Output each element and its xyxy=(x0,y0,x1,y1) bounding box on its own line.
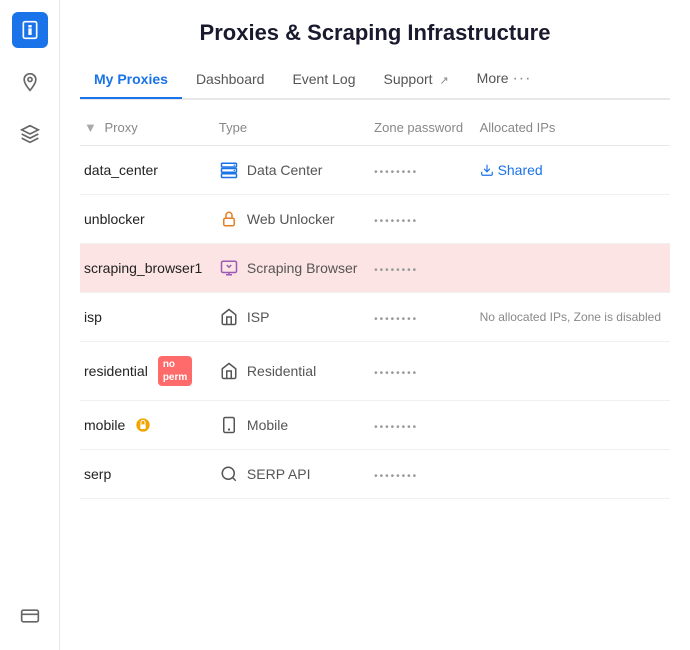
proxy-name: residential xyxy=(84,363,148,379)
data-center-icon xyxy=(219,160,239,180)
filter-icon: ▼ xyxy=(84,120,97,135)
allocated-cell xyxy=(472,450,670,499)
isp-icon xyxy=(219,307,239,327)
table-row[interactable]: mobile Mobile •••••••• xyxy=(80,401,670,450)
password-cell: •••••••• xyxy=(366,401,471,450)
table-row[interactable]: unblocker Web Unlocker •••••••• xyxy=(80,195,670,244)
col-type: Type xyxy=(211,110,366,146)
serp-icon xyxy=(219,464,239,484)
sidebar xyxy=(0,0,60,650)
password-dots: •••••••• xyxy=(374,167,418,178)
password-cell: •••••••• xyxy=(366,146,471,195)
web-unlocker-icon xyxy=(219,209,239,229)
type-cell: Residential xyxy=(211,342,366,401)
password-dots: •••••••• xyxy=(374,422,418,433)
scraping-browser-icon xyxy=(219,258,239,278)
password-cell: •••••••• xyxy=(366,195,471,244)
table-row[interactable]: data_center Data Center •••••••• Shared xyxy=(80,146,670,195)
tab-more[interactable]: More ··· xyxy=(463,62,546,98)
type-label: ISP xyxy=(247,309,270,325)
header: Proxies & Scraping Infrastructure My Pro… xyxy=(60,0,690,100)
type-cell: Data Center xyxy=(211,146,366,195)
proxy-cell: residential noperm xyxy=(80,342,211,401)
allocated-cell xyxy=(472,195,670,244)
password-dots: •••••••• xyxy=(374,314,418,325)
sidebar-item-info[interactable] xyxy=(12,12,48,48)
residential-icon xyxy=(219,361,239,381)
table-header-row: ▼ Proxy Type Zone password Allocated IPs xyxy=(80,110,670,146)
allocated-cell: No allocated IPs, Zone is disabled xyxy=(472,293,670,342)
table-row[interactable]: isp ISP •••••••• No allocated IPs, Zone i… xyxy=(80,293,670,342)
tab-support[interactable]: Support ↗ xyxy=(370,63,463,97)
external-link-icon: ↗ xyxy=(439,75,448,87)
password-dots: •••••••• xyxy=(374,471,418,482)
proxy-cell: scraping_browser1 xyxy=(80,244,211,293)
proxy-name: isp xyxy=(84,309,102,325)
sidebar-item-card[interactable] xyxy=(12,598,48,634)
password-dots: •••••••• xyxy=(374,368,418,379)
type-cell: ISP xyxy=(211,293,366,342)
more-dots-icon: ··· xyxy=(512,70,531,87)
type-label: SERP API xyxy=(247,466,311,482)
table-row[interactable]: residential noperm Residential •••••••• xyxy=(80,342,670,401)
proxy-name: scraping_browser1 xyxy=(84,260,202,276)
type-cell: Scraping Browser xyxy=(211,244,366,293)
nav-tabs: My Proxies Dashboard Event Log Support ↗… xyxy=(80,62,670,100)
proxy-cell: unblocker xyxy=(80,195,211,244)
sidebar-item-location[interactable] xyxy=(12,64,48,100)
proxy-cell: data_center xyxy=(80,146,211,195)
proxy-name: mobile xyxy=(84,417,125,433)
main-content: Proxies & Scraping Infrastructure My Pro… xyxy=(60,0,690,650)
table-row[interactable]: serp SERP API •••••••• xyxy=(80,450,670,499)
table-row[interactable]: scraping_browser1 Scraping Browser •••••… xyxy=(80,244,670,293)
type-cell: SERP API xyxy=(211,450,366,499)
type-label: Residential xyxy=(247,363,316,379)
page-title: Proxies & Scraping Infrastructure xyxy=(80,20,670,46)
proxy-cell: isp xyxy=(80,293,211,342)
proxy-cell: mobile xyxy=(80,401,211,450)
password-cell: •••••••• xyxy=(366,450,471,499)
shared-label: Shared xyxy=(498,162,543,178)
tab-my-proxies[interactable]: My Proxies xyxy=(80,63,182,97)
password-dots: •••••••• xyxy=(374,265,418,276)
allocated-cell xyxy=(472,401,670,450)
proxy-cell: serp xyxy=(80,450,211,499)
col-password: Zone password xyxy=(366,110,471,146)
tab-event-log[interactable]: Event Log xyxy=(278,63,369,97)
mobile-icon xyxy=(219,415,239,435)
tab-dashboard[interactable]: Dashboard xyxy=(182,63,279,97)
proxy-name: unblocker xyxy=(84,211,145,227)
type-label: Data Center xyxy=(247,162,322,178)
col-proxy: ▼ Proxy xyxy=(80,110,211,146)
allocated-cell: Shared xyxy=(472,146,670,195)
proxy-name: data_center xyxy=(84,162,158,178)
allocated-cell xyxy=(472,342,670,401)
password-cell: •••••••• xyxy=(366,244,471,293)
type-label: Web Unlocker xyxy=(247,211,335,227)
proxies-table: ▼ Proxy Type Zone password Allocated IPs… xyxy=(80,110,670,499)
allocated-cell xyxy=(472,244,670,293)
type-cell: Web Unlocker xyxy=(211,195,366,244)
type-cell: Mobile xyxy=(211,401,366,450)
proxies-table-container: ▼ Proxy Type Zone password Allocated IPs… xyxy=(60,110,690,650)
no-perm-badge: noperm xyxy=(158,356,192,386)
col-allocated: Allocated IPs xyxy=(472,110,670,146)
no-allocated-label: No allocated IPs, Zone is disabled xyxy=(480,310,661,324)
sidebar-item-layers[interactable] xyxy=(12,116,48,152)
lock-badge xyxy=(135,417,151,433)
type-label: Scraping Browser xyxy=(247,260,358,276)
proxy-name: serp xyxy=(84,466,111,482)
shared-link[interactable]: Shared xyxy=(480,162,662,178)
password-dots: •••••••• xyxy=(374,216,418,227)
password-cell: •••••••• xyxy=(366,342,471,401)
password-cell: •••••••• xyxy=(366,293,471,342)
type-label: Mobile xyxy=(247,417,288,433)
